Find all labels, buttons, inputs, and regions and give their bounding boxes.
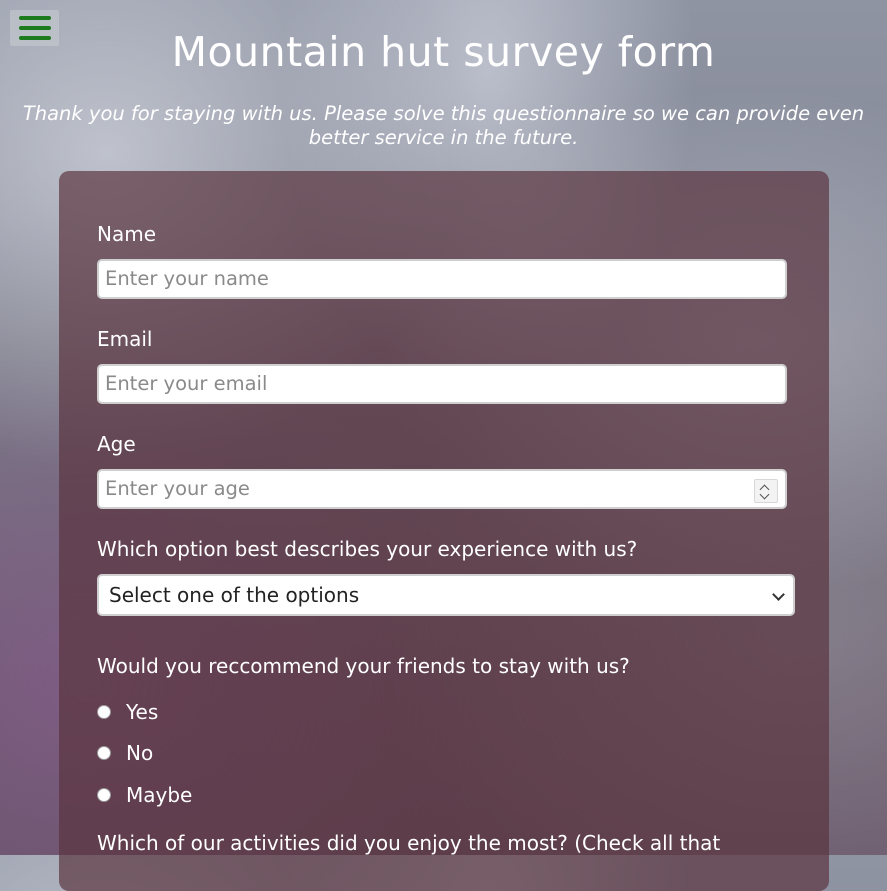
- age-input[interactable]: Enter your age: [97, 469, 787, 509]
- radio-label: No: [126, 741, 154, 765]
- radio-label: Maybe: [126, 783, 193, 807]
- radio-maybe[interactable]: Maybe: [97, 783, 192, 807]
- experience-label: Which option best describes your experie…: [97, 537, 638, 561]
- chevron-down-icon: [772, 588, 785, 601]
- recommend-label: Would you reccommend your friends to sta…: [97, 654, 630, 678]
- name-label: Name: [97, 222, 157, 246]
- page-title: Mountain hut survey form: [171, 28, 716, 76]
- number-spinner-icon[interactable]: [754, 479, 778, 503]
- name-input[interactable]: Enter your name: [97, 259, 787, 299]
- radio-button[interactable]: [97, 746, 111, 760]
- age-placeholder: Enter your age: [105, 477, 250, 500]
- age-label: Age: [97, 432, 136, 456]
- radio-label: Yes: [126, 700, 159, 724]
- radio-yes[interactable]: Yes: [97, 700, 158, 724]
- experience-selected: Select one of the options: [109, 583, 360, 607]
- menu-bar: [18, 16, 51, 20]
- radio-button[interactable]: [97, 705, 111, 719]
- survey-form: Name Enter your name Email Enter your em…: [59, 171, 829, 891]
- page-description: Thank you for staying with us. Please so…: [22, 102, 865, 149]
- email-input[interactable]: Enter your email: [97, 364, 787, 404]
- activities-label: Which of our activities did you enjoy th…: [97, 831, 721, 855]
- radio-button[interactable]: [97, 788, 111, 802]
- experience-select[interactable]: Select one of the options: [97, 574, 795, 616]
- email-label: Email: [97, 327, 153, 351]
- radio-no[interactable]: No: [97, 741, 153, 765]
